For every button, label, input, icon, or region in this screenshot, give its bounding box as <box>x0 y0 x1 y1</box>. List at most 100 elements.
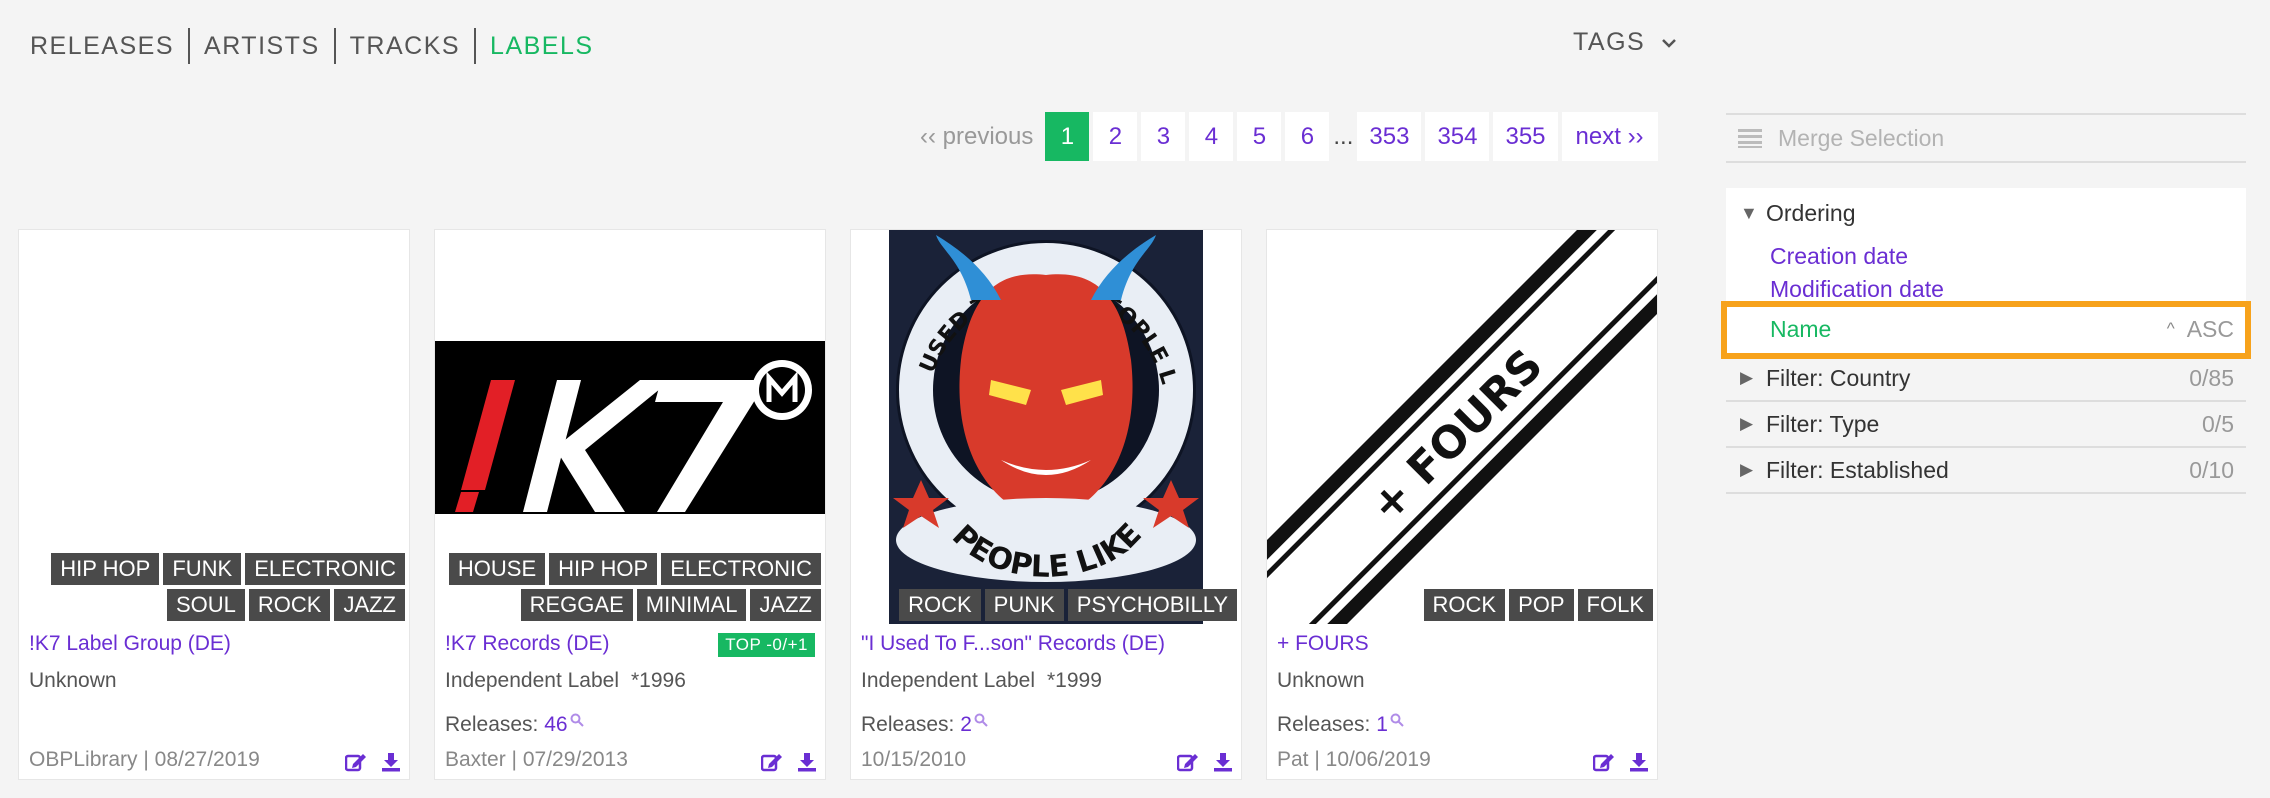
devil-logo-image: USED TO FUCK PEOPLE LIKE YOU IN PRISON P… <box>851 230 1203 624</box>
releases-count: Releases: 2 <box>861 713 988 737</box>
page-4[interactable]: 4 <box>1189 112 1234 161</box>
download-icon[interactable] <box>381 752 401 777</box>
filter-type-label: Filter: Type <box>1766 410 1880 437</box>
page-ellipsis: ... <box>1333 123 1354 150</box>
tag[interactable]: HOUSE <box>448 553 546 585</box>
established-year: *1996 <box>631 669 686 692</box>
filter-country[interactable]: ▶ Filter: Country 0/85 <box>1726 356 2246 402</box>
label-type: Unknown <box>29 669 117 693</box>
filter-country-label: Filter: Country <box>1766 364 1911 391</box>
tag[interactable]: JAZZ <box>750 589 821 621</box>
triangle-right-icon: ▶ <box>1740 460 1754 479</box>
tag[interactable]: ROCK <box>1423 589 1506 621</box>
tag[interactable]: HIP HOP <box>51 553 160 585</box>
tag[interactable]: FOLK <box>1577 589 1653 621</box>
triangle-down-icon: ▼ <box>1740 202 1758 223</box>
order-creation-date[interactable]: Creation date <box>1726 238 2246 274</box>
label-title-link[interactable]: !K7 Label Group (DE) <box>29 632 231 656</box>
releases-label: Releases: <box>861 713 961 736</box>
sort-direction[interactable]: ^ ASC <box>2167 316 2234 343</box>
nav-releases[interactable]: RELEASES <box>30 28 188 64</box>
edit-icon[interactable] <box>1592 752 1615 777</box>
tag-list: ROCK PUNK PSYCHOBILLY <box>895 589 1237 625</box>
order-name-label: Name <box>1770 315 1832 342</box>
download-icon[interactable] <box>1629 752 1649 777</box>
filter-established[interactable]: ▶ Filter: Established 0/10 <box>1726 448 2246 494</box>
label-title-link[interactable]: "I Used To F...son" Records (DE) <box>861 632 1165 656</box>
sidebar-panel: ▼ Ordering Creation date Modification da… <box>1726 188 2246 494</box>
releases-link[interactable]: 2 <box>960 713 972 736</box>
tag[interactable]: PUNK <box>984 589 1064 621</box>
label-image-devil[interactable]: USED TO FUCK PEOPLE LIKE YOU IN PRISON P… <box>851 230 1241 624</box>
releases-count: Releases: 46 <box>445 713 584 737</box>
search-icon[interactable] <box>1390 713 1404 727</box>
nav-artists[interactable]: ARTISTS <box>188 28 334 64</box>
label-card: USED TO FUCK PEOPLE LIKE YOU IN PRISON P… <box>850 229 1242 780</box>
filter-type[interactable]: ▶ Filter: Type 0/5 <box>1726 402 2246 448</box>
download-icon[interactable] <box>797 752 817 777</box>
tag[interactable]: POP <box>1509 589 1574 621</box>
tag[interactable]: ELECTRONIC <box>661 553 821 585</box>
tag[interactable]: HIP HOP <box>549 553 658 585</box>
page-354[interactable]: 354 <box>1425 112 1490 161</box>
tag[interactable]: REGGAE <box>520 589 633 621</box>
tags-dropdown[interactable]: TAGS <box>1573 28 1677 57</box>
label-card: HOUSE HIP HOP ELECTRONIC REGGAE MINIMAL … <box>434 229 826 780</box>
ordering-toggle[interactable]: ▼ Ordering <box>1726 188 2246 238</box>
releases-label: Releases: <box>1277 713 1377 736</box>
sort-direction-label: ASC <box>2186 315 2234 342</box>
edit-icon[interactable] <box>344 752 367 777</box>
label-type-text: Independent Label <box>861 669 1035 692</box>
order-name-selected[interactable]: Name ^ ASC <box>1726 302 2246 356</box>
edit-icon[interactable] <box>760 752 783 777</box>
filter-established-count: 0/10 <box>2189 456 2234 483</box>
releases-link[interactable]: 46 <box>544 713 567 736</box>
section-nav: RELEASES ARTISTS TRACKS LABELS <box>30 27 608 65</box>
label-image-fours[interactable]: + FOURS <box>1267 230 1657 624</box>
previous-page-link[interactable]: ‹‹ previous <box>908 112 1045 161</box>
page-3[interactable]: 3 <box>1141 112 1186 161</box>
tag[interactable]: ROCK <box>899 589 981 621</box>
page-2[interactable]: 2 <box>1093 112 1138 161</box>
page-6[interactable]: 6 <box>1285 112 1330 161</box>
releases-count: Releases: 1 <box>1277 713 1404 737</box>
tag-list: ROCK POP FOLK <box>1420 589 1653 625</box>
label-title-link[interactable]: + FOURS <box>1277 632 1369 656</box>
next-page-link[interactable]: next ›› <box>1561 112 1658 161</box>
filter-type-count: 0/5 <box>2202 410 2234 437</box>
order-modification-date[interactable]: Modification date <box>1726 274 2246 302</box>
tag-list: HOUSE HIP HOP ELECTRONIC REGGAE MINIMAL … <box>445 553 821 625</box>
tag[interactable]: FUNK <box>163 553 242 585</box>
tag[interactable]: MINIMAL <box>636 589 747 621</box>
tag[interactable]: ELECTRONIC <box>245 553 405 585</box>
edit-icon[interactable] <box>1176 752 1199 777</box>
top-badge: TOP -0/+1 <box>718 633 815 657</box>
label-footer: OBPLibrary | 08/27/2019 <box>29 748 260 771</box>
merge-selection-button[interactable]: Merge Selection <box>1726 113 2246 163</box>
nav-labels[interactable]: LABELS <box>474 28 608 64</box>
page-1[interactable]: 1 <box>1045 112 1090 161</box>
label-card: HIP HOP FUNK ELECTRONIC SOUL ROCK JAZZ !… <box>18 229 410 780</box>
label-card: + FOURS ROCK POP FOLK + FOURS Unknown Re… <box>1266 229 1658 780</box>
label-type-text: Unknown <box>1277 669 1365 692</box>
label-type-text: Independent Label <box>445 669 619 692</box>
search-icon[interactable] <box>974 713 988 727</box>
nav-tracks[interactable]: TRACKS <box>333 28 474 64</box>
tag[interactable]: JAZZ <box>334 589 405 621</box>
triangle-right-icon: ▶ <box>1740 368 1754 387</box>
tag[interactable]: ROCK <box>248 589 331 621</box>
tag[interactable]: SOUL <box>166 589 245 621</box>
page-5[interactable]: 5 <box>1237 112 1282 161</box>
label-title-link[interactable]: !K7 Records (DE) <box>445 632 610 656</box>
card-actions <box>1163 752 1233 777</box>
label-type: Unknown <box>1277 669 1365 693</box>
releases-link[interactable]: 1 <box>1376 713 1388 736</box>
label-type-text: Unknown <box>29 669 117 692</box>
page-353[interactable]: 353 <box>1357 112 1422 161</box>
label-footer: 10/15/2010 <box>861 748 967 771</box>
list-icon <box>1738 129 1762 148</box>
page-355[interactable]: 355 <box>1493 112 1558 161</box>
tag[interactable]: PSYCHOBILLY <box>1067 589 1237 621</box>
search-icon[interactable] <box>570 713 584 727</box>
download-icon[interactable] <box>1213 752 1233 777</box>
